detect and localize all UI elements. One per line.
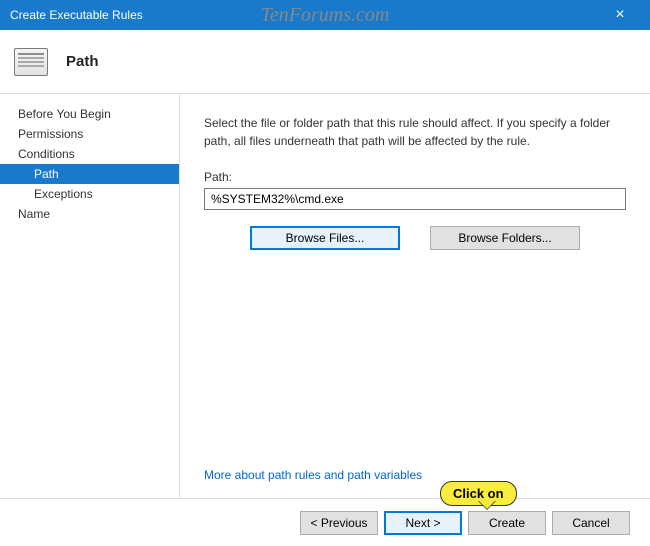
next-button[interactable]: Next > [384,511,462,535]
description-text: Select the file or folder path that this… [204,114,626,150]
cancel-button[interactable]: Cancel [552,511,630,535]
page-icon [14,48,48,76]
path-label: Path: [204,170,626,184]
close-icon[interactable]: × [600,6,640,24]
wizard-body: Before You BeginPermissionsConditionsPat… [0,94,650,498]
nav-item-name[interactable]: Name [0,204,179,224]
page-title: Path [66,53,99,70]
nav-item-path[interactable]: Path [0,164,179,184]
help-link[interactable]: More about path rules and path variables [204,468,626,488]
main-panel: Select the file or folder path that this… [180,94,650,498]
nav-item-exceptions[interactable]: Exceptions [0,184,179,204]
browse-files-button[interactable]: Browse Files... [250,226,400,250]
browse-row: Browse Files... Browse Folders... [204,226,626,250]
nav-item-permissions[interactable]: Permissions [0,124,179,144]
wizard-footer: < Previous Next > Create Cancel [0,498,650,546]
nav-item-conditions[interactable]: Conditions [0,144,179,164]
path-input[interactable] [204,188,626,210]
annotation-callout: Click on [440,481,517,506]
wizard-header: Path [0,30,650,94]
previous-button[interactable]: < Previous [300,511,378,535]
nav-sidebar: Before You BeginPermissionsConditionsPat… [0,94,180,498]
browse-folders-button[interactable]: Browse Folders... [430,226,580,250]
nav-item-before-you-begin[interactable]: Before You Begin [0,104,179,124]
title-bar: Create Executable Rules × [0,0,650,30]
window-title: Create Executable Rules [10,8,143,22]
